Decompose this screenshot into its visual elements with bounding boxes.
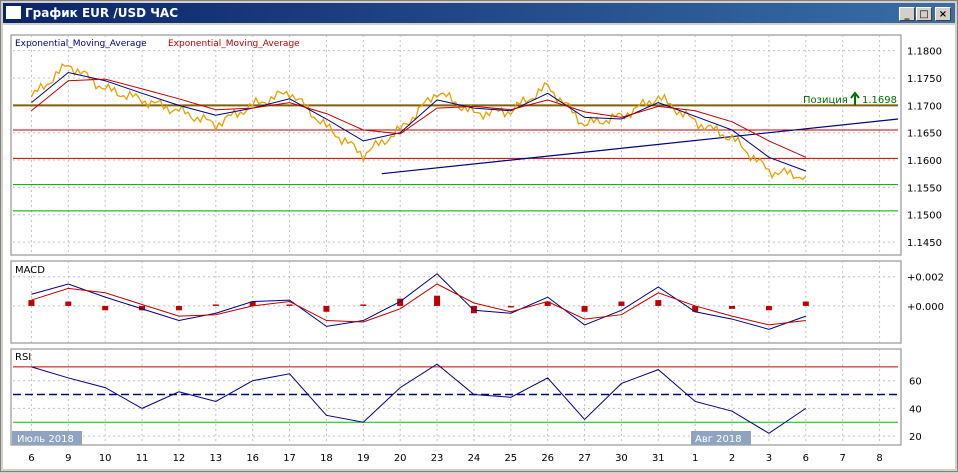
x-tick-label: 18 (320, 453, 333, 464)
x-tick-label: 30 (615, 453, 628, 464)
maximize-button[interactable]: □ (916, 7, 932, 21)
x-tick-label: 12 (173, 453, 186, 464)
month-label-aug: Авг 2018 (695, 434, 742, 445)
macd-histogram-bar (802, 301, 809, 306)
x-tick-label: 27 (578, 453, 591, 464)
month-label-july: Июль 2018 (17, 434, 74, 445)
price-tick-label: 1.1750 (907, 74, 942, 85)
legend-ema-blue: Exponential_Moving_Average (15, 39, 147, 49)
macd-histogram-bar (765, 305, 772, 311)
macd-tick-label: +0.002 (907, 273, 944, 284)
macd-tick-label: +0.000 (907, 302, 944, 313)
price-tick-label: 1.1800 (907, 47, 942, 58)
x-tick-label: 19 (357, 453, 370, 464)
price-tick-label: 1.1500 (907, 211, 942, 222)
price-panel[interactable] (10, 34, 902, 256)
x-tick-label: 6 (28, 453, 34, 464)
rsi-label: RSI (15, 352, 31, 363)
macd-histogram-bar (655, 300, 662, 306)
price-tick-label: 1.1650 (907, 129, 942, 140)
macd-histogram-bar (65, 301, 72, 306)
x-tick-label: 26 (541, 453, 554, 464)
close-button[interactable]: × (935, 7, 951, 21)
macd-histogram-bar (323, 305, 330, 312)
rsi-tick-label: 60 (909, 377, 922, 388)
price-tick-label: 1.1450 (907, 238, 942, 249)
x-tick-label: 17 (283, 453, 296, 464)
macd-histogram-bar (507, 305, 514, 308)
x-tick-label: 8 (876, 453, 882, 464)
macd-histogram-bar (581, 305, 588, 312)
macd-histogram-bar (618, 301, 625, 306)
x-tick-label: 31 (652, 453, 665, 464)
minimize-button[interactable]: _ (899, 7, 915, 21)
x-tick-label: 1 (692, 453, 698, 464)
macd-histogram-bar (434, 295, 441, 306)
x-tick-label: 7 (840, 453, 846, 464)
price-tick-label: 1.1600 (907, 156, 942, 167)
macd-histogram-bar (286, 304, 293, 306)
title-bar[interactable]: График EUR /USD ЧАС _ □ × (3, 3, 955, 23)
price-tick-label: 1.1700 (907, 101, 942, 112)
window-title: График EUR /USD ЧАС (25, 6, 179, 20)
macd-label: MACD (15, 265, 45, 276)
rsi-tick-label: 20 (909, 432, 922, 443)
x-tick-label: 24 (468, 453, 481, 464)
chart-icon (6, 6, 21, 19)
macd-histogram-bar (175, 305, 182, 311)
chart-canvas[interactable]: 6 9 10 11 12 13 16 17 18 19 20 23 24 25 26 27 30 31 1 2 3 6 7 8… (3, 25, 955, 469)
macd-panel[interactable] (10, 260, 902, 344)
rsi-tick-label: 40 (909, 404, 922, 415)
chart-svg[interactable]: 6 9 10 11 12 13 16 17 18 19 20 23 24 25 26 27 30 31 1 2 3 6 7 8… (3, 25, 955, 469)
x-tick-label: 9 (65, 453, 71, 464)
x-tick-label: 10 (99, 453, 112, 464)
macd-histogram-bar (28, 300, 35, 306)
macd-histogram-bar (102, 305, 109, 311)
x-tick-label: 6 (803, 453, 809, 464)
macd-histogram-bar (729, 305, 736, 309)
macd-histogram-bar (470, 305, 477, 314)
price-tick-label: 1.1550 (907, 183, 942, 194)
x-tick-label: 11 (136, 453, 149, 464)
x-tick-label: 20 (394, 453, 407, 464)
x-tick-label: 16 (246, 453, 259, 464)
legend-ema-red: Exponential_Moving_Average (168, 39, 300, 49)
position-label: Позиция (803, 95, 848, 106)
x-tick-label: 13 (209, 453, 222, 464)
macd-histogram-bar (212, 304, 219, 306)
position-price: 1.1698 (862, 95, 897, 106)
chart-window: График EUR /USD ЧАС _ □ × 6 9 10 11 12 13 16 17… (0, 0, 958, 472)
x-tick-label: 2 (729, 453, 735, 464)
x-tick-label: 23 (431, 453, 444, 464)
x-tick-label: 3 (766, 453, 772, 464)
x-tick-label: 25 (504, 453, 517, 464)
rsi-panel[interactable] (10, 348, 902, 446)
macd-histogram-bar (360, 304, 367, 306)
